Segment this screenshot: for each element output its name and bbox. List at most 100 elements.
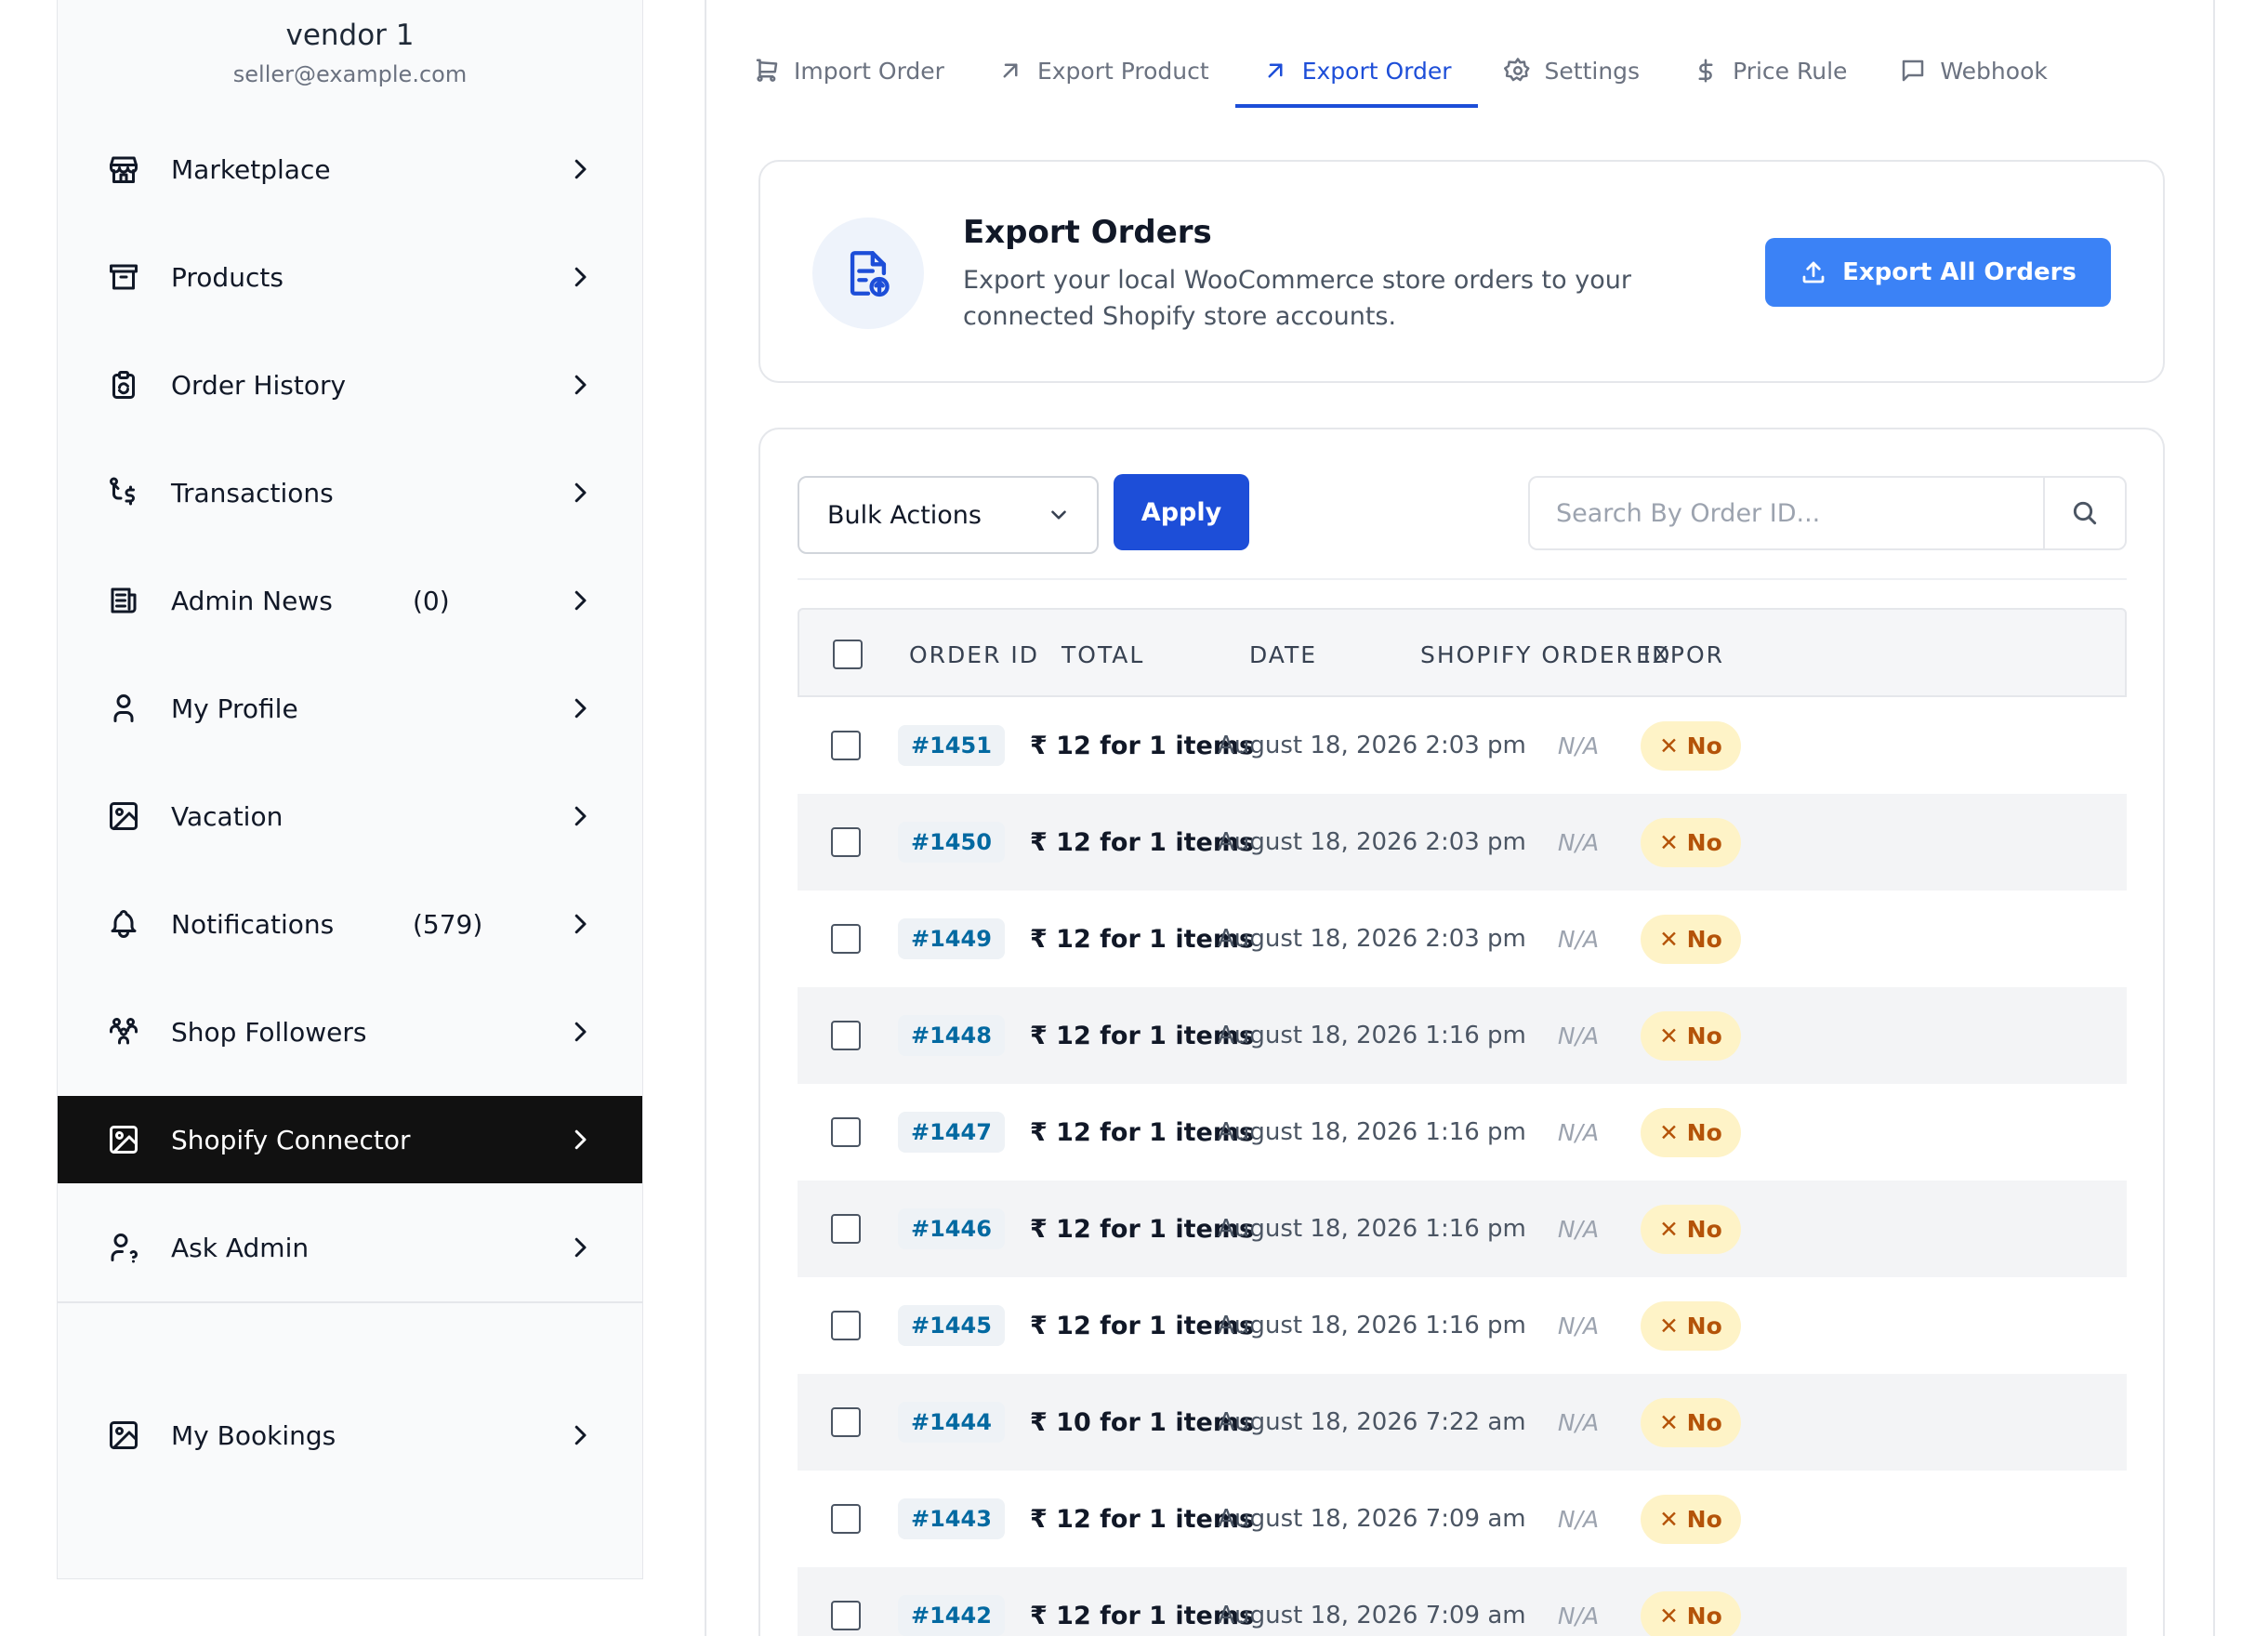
shopify-order-id: N/A	[1557, 1408, 1600, 1436]
order-id-cell: #1447	[898, 1084, 1005, 1181]
orders-table-card: Bulk Actions Apply ORDER ID TOTAL DATE S…	[758, 428, 2165, 1636]
sidebar-item-label: Ask Admin	[171, 1232, 310, 1263]
order-id-link[interactable]: #1445	[898, 1305, 1005, 1346]
search-button[interactable]	[2043, 478, 2125, 548]
status-badge: ✕ No	[1641, 1204, 1741, 1254]
table-row: #1442 ₹ 12 for 1 items August 18, 2026 7:0…	[798, 1567, 2127, 1636]
transaction-dollar-icon	[104, 473, 143, 512]
user-icon	[104, 689, 143, 728]
tab-export-order[interactable]: Export Order	[1234, 37, 1478, 108]
sidebar-item-label: My Bookings	[171, 1419, 336, 1451]
order-id-link[interactable]: #1443	[898, 1498, 1005, 1539]
row-checkbox[interactable]	[831, 1504, 861, 1534]
sidebar-item-vacation[interactable]: Vacation	[58, 762, 642, 870]
order-id-cell: #1449	[898, 891, 1005, 987]
order-id-link[interactable]: #1450	[898, 822, 1005, 863]
user-question-icon	[104, 1228, 143, 1267]
sidebar-item-label: Shop Followers	[171, 1016, 367, 1048]
select-all-checkbox[interactable]	[833, 640, 863, 669]
table-row: #1451 ₹ 12 for 1 items August 18, 2026 2:0…	[798, 697, 2127, 794]
row-checkbox[interactable]	[831, 827, 861, 857]
bulk-actions-select[interactable]: Bulk Actions	[798, 476, 1099, 554]
row-checkbox-cell	[831, 794, 861, 891]
export-status-cell: ✕ No	[1641, 1567, 1741, 1636]
sidebar-item-transactions[interactable]: Transactions	[58, 439, 642, 547]
order-id-cell: #1450	[898, 794, 1005, 891]
select-all-cell	[833, 610, 863, 699]
sidebar-item-my-profile[interactable]: My Profile	[58, 654, 642, 762]
sidebar-item-label: Admin News	[171, 585, 333, 616]
row-checkbox[interactable]	[831, 1117, 861, 1147]
order-id-link[interactable]: #1444	[898, 1402, 1005, 1443]
shopify-order-id: N/A	[1557, 1312, 1600, 1339]
tab-price-rule[interactable]: Price Rule	[1666, 37, 1873, 104]
shopify-order-id: N/A	[1557, 1022, 1600, 1049]
row-checkbox-cell	[831, 1084, 861, 1181]
tab-import-order[interactable]: Import Order	[753, 37, 970, 104]
export-all-orders-button[interactable]: Export All Orders	[1765, 238, 2111, 307]
column-header-export-status[interactable]: EXPOR	[1636, 610, 1724, 699]
sidebar-item-order-history[interactable]: Order History	[58, 331, 642, 439]
row-checkbox[interactable]	[831, 1311, 861, 1340]
export-status-cell: ✕ No	[1641, 1471, 1741, 1567]
store-icon	[104, 150, 143, 189]
column-header-order-id[interactable]: ORDER ID	[909, 610, 1039, 699]
order-id-link[interactable]: #1447	[898, 1112, 1005, 1153]
sidebar-item-products[interactable]: Products	[58, 223, 642, 331]
shopify-order-id: N/A	[1557, 732, 1600, 759]
sidebar-item-label: Order History	[171, 369, 347, 401]
row-checkbox-cell	[831, 697, 861, 794]
apply-button[interactable]: Apply	[1114, 474, 1249, 550]
row-checkbox[interactable]	[831, 1407, 861, 1437]
admin-news-count: (0)	[413, 585, 450, 616]
dollar-icon	[1698, 59, 1713, 83]
export-orders-card: Export Orders Export your local WooComme…	[758, 160, 2165, 383]
row-checkbox[interactable]	[831, 1021, 861, 1050]
row-checkbox[interactable]	[831, 1601, 861, 1630]
chevron-right-icon	[574, 482, 587, 503]
table-body: #1451 ₹ 12 for 1 items August 18, 2026 2:0…	[798, 697, 2127, 1636]
column-header-shopify-order-id[interactable]: SHOPIFY ORDER ID	[1420, 610, 1671, 699]
tab-export-product[interactable]: Export Product	[970, 37, 1235, 104]
sidebar-item-shopify-connector[interactable]: Shopify Connector	[58, 1096, 642, 1183]
row-checkbox-cell	[831, 1567, 861, 1636]
orders-table: ORDER ID TOTAL DATE SHOPIFY ORDER ID EXP…	[798, 608, 2127, 1636]
tab-label: Import Order	[794, 57, 944, 85]
chevron-right-icon	[574, 914, 587, 934]
export-status-cell: ✕ No	[1641, 1084, 1741, 1181]
export-status-cell: ✕ No	[1641, 697, 1741, 794]
cart-icon	[756, 59, 778, 82]
column-header-date[interactable]: DATE	[1249, 610, 1317, 699]
chevron-right-icon	[574, 1237, 587, 1258]
chevron-right-icon	[574, 806, 587, 826]
table-row: #1443 ₹ 12 for 1 items August 18, 2026 7:0…	[798, 1471, 2127, 1567]
chevron-right-icon	[574, 1129, 587, 1150]
sidebar-nav: Marketplace Products Order History Trans…	[58, 115, 642, 1489]
row-checkbox-cell	[831, 891, 861, 987]
sidebar-item-marketplace[interactable]: Marketplace	[58, 115, 642, 223]
notifications-count: (579)	[413, 908, 483, 940]
sidebar-item-my-bookings[interactable]: My Bookings	[58, 1381, 642, 1489]
row-checkbox[interactable]	[831, 1214, 861, 1244]
column-header-total[interactable]: TOTAL	[1061, 610, 1144, 699]
search-input[interactable]	[1530, 478, 2043, 548]
order-id-link[interactable]: #1451	[898, 725, 1005, 766]
order-id-link[interactable]: #1448	[898, 1015, 1005, 1056]
row-checkbox[interactable]	[831, 924, 861, 954]
sidebar-item-label: Notifications	[171, 908, 335, 940]
sidebar-item-notifications[interactable]: Notifications (579)	[58, 870, 642, 978]
button-label: Export All Orders	[1842, 258, 2077, 286]
sidebar-item-shop-followers[interactable]: Shop Followers	[58, 978, 642, 1086]
order-id-link[interactable]: #1449	[898, 918, 1005, 959]
chevron-right-icon	[574, 1022, 587, 1042]
tab-webhook[interactable]: Webhook	[1873, 37, 2073, 104]
sidebar-item-ask-admin[interactable]: Ask Admin	[58, 1194, 642, 1301]
export-status-cell: ✕ No	[1641, 1277, 1741, 1374]
order-id-link[interactable]: #1446	[898, 1208, 1005, 1249]
sidebar-item-admin-news[interactable]: Admin News (0)	[58, 547, 642, 654]
order-id-link[interactable]: #1442	[898, 1595, 1005, 1636]
tab-settings[interactable]: Settings	[1478, 37, 1667, 104]
status-badge: ✕ No	[1641, 1300, 1741, 1351]
row-checkbox[interactable]	[831, 731, 861, 760]
row-checkbox-cell	[831, 1471, 861, 1567]
